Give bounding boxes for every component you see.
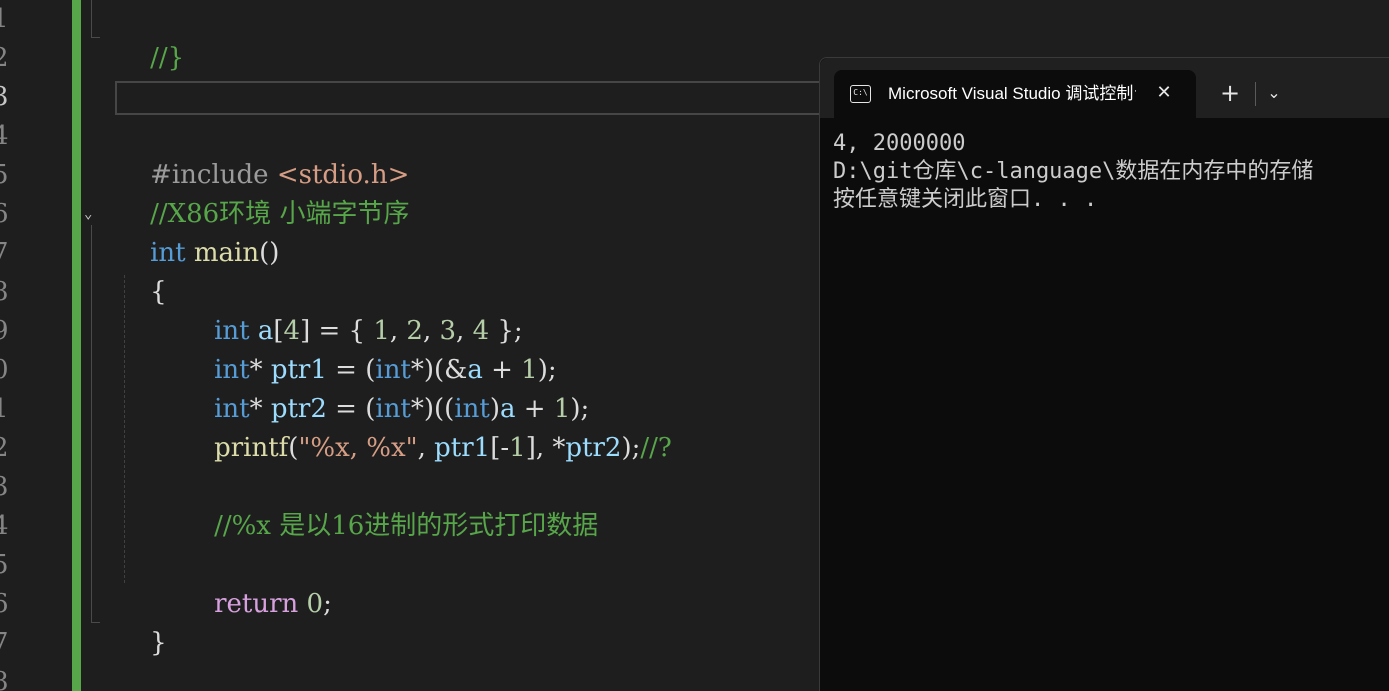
tab-divider bbox=[1255, 82, 1256, 106]
number-token: 1 bbox=[509, 433, 526, 463]
line-number: 2 bbox=[0, 43, 9, 73]
punctuation-token: ], * bbox=[525, 433, 566, 463]
line-number-current: 3 bbox=[0, 82, 9, 112]
punctuation-token: [- bbox=[490, 433, 510, 463]
console-output-line: 4, 2000000 bbox=[833, 131, 966, 156]
chevron-down-icon[interactable]: ⌄ bbox=[1261, 78, 1287, 108]
debug-console-window[interactable]: C:\ Microsoft Visual Studio 调试控制台 ✕ + ⌄ … bbox=[819, 57, 1389, 691]
number-token: 0 bbox=[306, 589, 324, 619]
new-tab-button[interactable]: + bbox=[1215, 78, 1245, 108]
punctuation-token: () bbox=[259, 238, 280, 268]
string-token: "%x, %x" bbox=[298, 433, 418, 463]
line-number: 7 bbox=[0, 628, 9, 658]
scope-guide bbox=[91, 622, 100, 623]
code-line[interactable]: //} bbox=[117, 0, 184, 73]
line-number: 1 bbox=[0, 4, 9, 34]
code-line[interactable]: #include <stdio.h> bbox=[117, 117, 409, 190]
scope-guide bbox=[91, 37, 100, 38]
line-number: 2 bbox=[0, 433, 9, 463]
punctuation-token: ( bbox=[288, 433, 299, 463]
line-number: 5 bbox=[0, 160, 9, 190]
punctuation-token: ); bbox=[621, 433, 641, 463]
function-token: main bbox=[193, 238, 260, 268]
punctuation-token: } bbox=[150, 628, 167, 658]
line-number: 8 bbox=[0, 667, 9, 691]
comment-token: //} bbox=[150, 43, 185, 73]
punctuation-token: ; bbox=[323, 589, 332, 619]
code-line[interactable]: int* ptr1 = (int*)(&a + 1); bbox=[181, 312, 557, 385]
punctuation-token: , bbox=[417, 433, 435, 463]
change-tracking-bar bbox=[72, 0, 81, 691]
scope-guide bbox=[91, 0, 92, 38]
line-number: 6 bbox=[0, 589, 9, 619]
line-number: 4 bbox=[0, 511, 9, 541]
close-icon[interactable]: ✕ bbox=[1152, 80, 1176, 106]
code-line[interactable]: //%x 是以16进制的形式打印数据 bbox=[181, 468, 598, 541]
code-line[interactable]: int* ptr2 = (int*)((int)a + 1); bbox=[181, 351, 589, 424]
line-number: 0 bbox=[0, 355, 9, 385]
terminal-tab[interactable]: C:\ Microsoft Visual Studio 调试控制台 ✕ bbox=[834, 70, 1196, 118]
comment-token: //%x 是以16进制的形式打印数据 bbox=[214, 511, 599, 541]
keyword-token: return bbox=[214, 589, 299, 619]
line-number: 6 bbox=[0, 199, 9, 229]
console-icon: C:\ bbox=[850, 85, 871, 103]
code-line[interactable]: int main() bbox=[117, 195, 279, 268]
line-number-gutter: 1 2 3 4 5 6 7 8 9 0 1 2 3 4 5 6 7 8 bbox=[0, 0, 72, 691]
punctuation-token: { bbox=[150, 277, 167, 307]
line-number: 4 bbox=[0, 121, 9, 151]
variable-token: ptr2 bbox=[565, 433, 622, 463]
code-line[interactable]: printf("%x, %x", ptr1[-1], *ptr2);//? bbox=[181, 390, 672, 463]
line-number: 3 bbox=[0, 472, 9, 502]
scope-guide bbox=[91, 225, 92, 623]
console-output-line: D:\git仓库\c-language\数据在内存中的存储 bbox=[833, 159, 1314, 184]
terminal-titlebar: C:\ Microsoft Visual Studio 调试控制台 ✕ + ⌄ bbox=[820, 58, 1389, 118]
comment-token: //? bbox=[640, 433, 672, 463]
tab-title: Microsoft Visual Studio 调试控制台 bbox=[888, 84, 1136, 103]
code-line[interactable]: } bbox=[117, 585, 167, 658]
code-line[interactable]: int a[4] = { 1, 2, 3, 4 }; bbox=[181, 273, 523, 346]
chevron-down-icon[interactable]: ⌄ bbox=[84, 206, 100, 222]
current-line-highlight bbox=[115, 81, 825, 115]
variable-token: ptr1 bbox=[434, 433, 491, 463]
line-number: 1 bbox=[0, 394, 9, 424]
line-number: 9 bbox=[0, 316, 9, 346]
code-line[interactable]: return 0; bbox=[181, 546, 332, 619]
function-token: printf bbox=[214, 433, 289, 463]
line-number: 8 bbox=[0, 277, 9, 307]
line-number: 5 bbox=[0, 550, 9, 580]
code-line[interactable]: //X86环境 小端字节序 bbox=[117, 156, 409, 229]
console-output-line: 按任意键关闭此窗口. . . bbox=[833, 187, 1098, 212]
code-line[interactable]: { bbox=[117, 234, 167, 307]
line-number: 7 bbox=[0, 238, 9, 268]
